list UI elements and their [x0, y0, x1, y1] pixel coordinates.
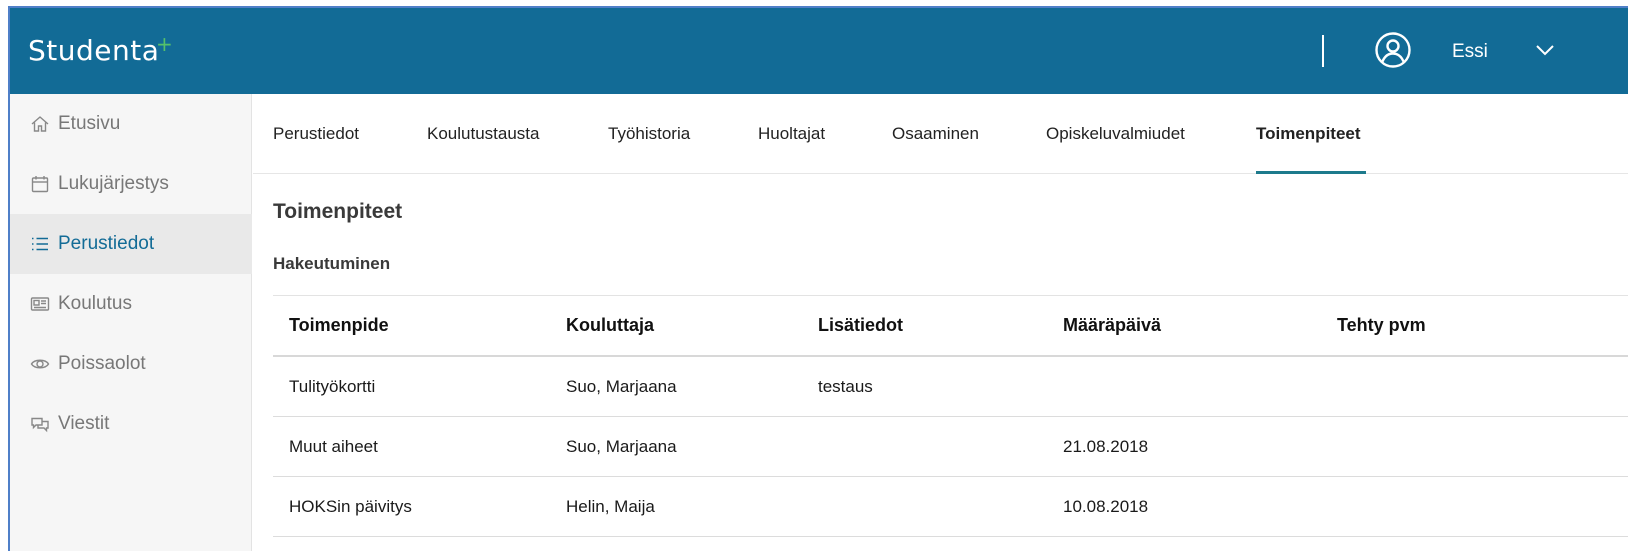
- column-header[interactable]: Tehty pvm: [1337, 296, 1426, 355]
- column-header[interactable]: Lisätiedot: [818, 296, 903, 355]
- tab-toimenpiteet[interactable]: Toimenpiteet: [1256, 124, 1361, 144]
- eye-icon: [30, 359, 50, 369]
- table-cell: Tulityökortti: [289, 376, 376, 396]
- app-window: Studenta + Essi Etusivu Lukujärjestys Pe…: [8, 6, 1628, 551]
- sidebar-item-poissaolot[interactable]: Poissaolot: [10, 334, 252, 394]
- tab-bar: Perustiedot Koulutustausta Työhistoria H…: [253, 94, 1628, 174]
- table-cell: Muut aiheet: [289, 436, 378, 456]
- sidebar-item-label: Etusivu: [58, 113, 121, 134]
- home-icon: [31, 116, 49, 132]
- table-row[interactable]: Tulityökortti Suo, Marjaana testaus: [273, 357, 1628, 417]
- list-icon: [32, 237, 48, 251]
- sidebar-item-label: Koulutus: [58, 293, 132, 314]
- table-row[interactable]: Muut aiheet Suo, Marjaana 21.08.2018: [273, 417, 1628, 477]
- active-tab-indicator: [1256, 171, 1366, 174]
- tab-opiskeluvalmiudet[interactable]: Opiskeluvalmiudet: [1046, 124, 1185, 144]
- table-header: Toimenpide Kouluttaja Lisätiedot Määräpä…: [273, 296, 1628, 357]
- calendar-icon: [31, 176, 49, 193]
- user-name[interactable]: Essi: [1452, 41, 1488, 63]
- sidebar-item-koulutus[interactable]: Koulutus: [10, 274, 252, 334]
- table-cell: testaus: [818, 376, 873, 396]
- sidebar-item-viestit[interactable]: Viestit: [10, 394, 252, 454]
- column-header[interactable]: Määräpäivä: [1063, 296, 1161, 355]
- table-cell: 10.08.2018: [1063, 496, 1149, 516]
- tab-koulutustausta[interactable]: Koulutustausta: [427, 124, 539, 144]
- chat-icon: [31, 417, 49, 433]
- sidebar-item-label: Viestit: [58, 413, 110, 434]
- sidebar-item-lukujarjestys[interactable]: Lukujärjestys: [10, 154, 252, 214]
- tab-huoltajat[interactable]: Huoltajat: [758, 124, 825, 144]
- table-cell: Suo, Marjaana: [566, 376, 677, 396]
- table-cell: Suo, Marjaana: [566, 436, 677, 456]
- sidebar-nav: Etusivu Lukujärjestys Perustiedot Koulut…: [10, 94, 252, 551]
- sidebar-item-perustiedot[interactable]: Perustiedot: [10, 214, 252, 274]
- table-cell: HOKSin päivitys: [289, 496, 412, 516]
- user-circle-icon[interactable]: [1374, 31, 1412, 69]
- column-header[interactable]: Kouluttaja: [566, 296, 654, 355]
- table-cell: 21.08.2018: [1063, 436, 1149, 456]
- table-cell: Helin, Maija: [566, 496, 655, 516]
- table-row[interactable]: HOKSin päivitys Helin, Maija 10.08.2018: [273, 477, 1628, 537]
- tab-osaaminen[interactable]: Osaaminen: [892, 124, 979, 144]
- app-logo[interactable]: Studenta: [28, 34, 159, 67]
- sidebar-item-label: Poissaolot: [58, 353, 146, 374]
- actions-table: Toimenpide Kouluttaja Lisätiedot Määräpä…: [273, 295, 1628, 537]
- sidebar-item-label: Perustiedot: [58, 233, 155, 254]
- header-divider: [1322, 35, 1324, 67]
- newspaper-icon: [30, 297, 50, 311]
- chevron-down-icon[interactable]: [1534, 42, 1556, 58]
- section-title: Hakeutuminen: [273, 254, 391, 273]
- column-header[interactable]: Toimenpide: [289, 296, 389, 355]
- tab-tyohistoria[interactable]: Työhistoria: [608, 124, 690, 144]
- sidebar-item-etusivu[interactable]: Etusivu: [10, 94, 252, 154]
- top-bar: Studenta + Essi: [10, 8, 1628, 94]
- logo-plus-mark: +: [156, 32, 173, 56]
- tab-perustiedot[interactable]: Perustiedot: [273, 124, 359, 144]
- main-content: Perustiedot Koulutustausta Työhistoria H…: [253, 94, 1628, 551]
- sidebar-item-label: Lukujärjestys: [58, 173, 169, 194]
- page-title: Toimenpiteet: [273, 200, 403, 223]
